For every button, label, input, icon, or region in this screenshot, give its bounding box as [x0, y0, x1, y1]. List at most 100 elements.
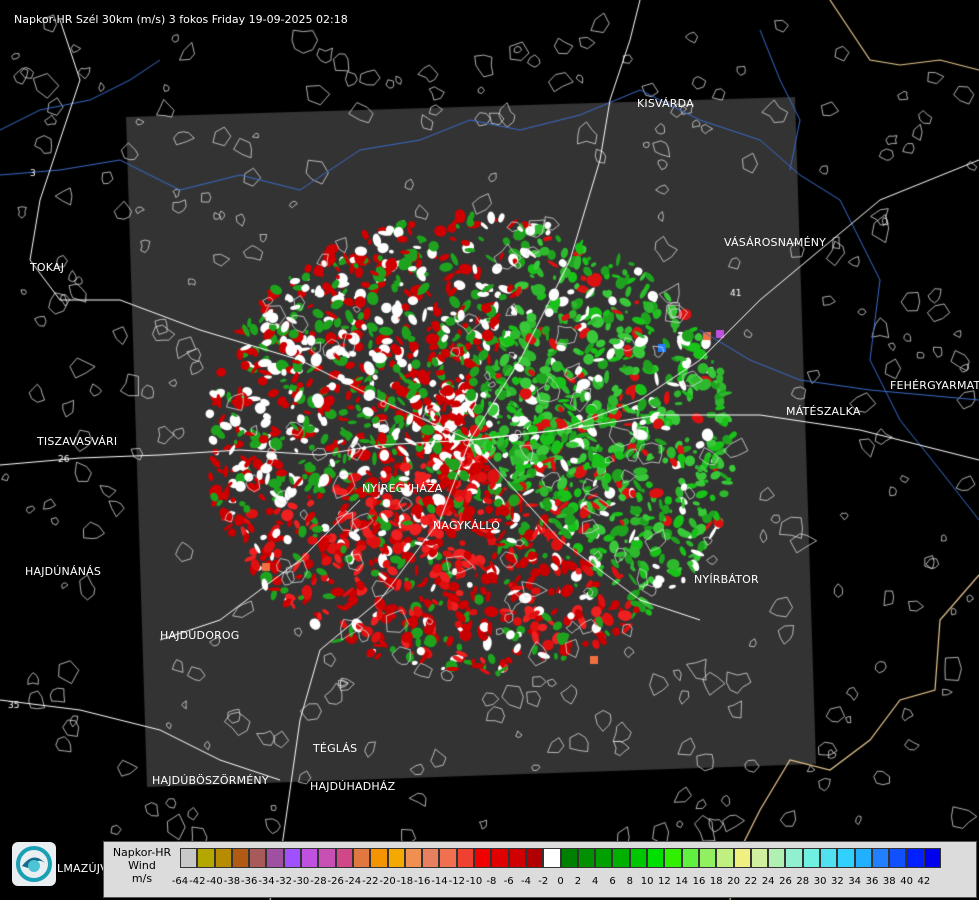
legend-tick-label: 42 [917, 876, 931, 887]
legend-tick-label: -26 [327, 876, 344, 887]
legend-swatch [785, 848, 803, 868]
legend-swatch [404, 848, 423, 868]
legend-tick-label: -38 [223, 876, 241, 887]
legend-tick-label: 16 [692, 876, 706, 887]
legend-swatch [698, 848, 717, 868]
legend-tick-label: 10 [640, 876, 654, 887]
legend-swatch [629, 848, 648, 868]
legend-swatch [854, 848, 872, 868]
legend-tick-label: 28 [796, 876, 810, 887]
radar-map [0, 0, 979, 900]
legend-tick-label: -6 [503, 876, 514, 887]
map-title: Napkor-HR Szél 30km (m/s) 3 fokos Friday… [14, 13, 348, 26]
legend-swatch [837, 848, 855, 868]
legend-tick-label: -20 [379, 876, 396, 887]
city-label: KISVÁRDA [637, 97, 694, 110]
legend-swatch [197, 848, 215, 868]
legend-tick-label: 22 [744, 876, 758, 887]
legend-tick-label: 30 [813, 876, 827, 887]
legend-tick-label: 18 [709, 876, 723, 887]
city-label: NAGYKÁLLÓ [433, 519, 501, 532]
legend-swatch [301, 848, 319, 868]
legend-swatch [491, 848, 509, 868]
legend-swatch [335, 848, 353, 868]
city-label: NYÍREGYHÁZA [362, 482, 443, 495]
legend-tick-label: 24 [761, 876, 775, 887]
city-label: TISZAVASVÁRI [37, 435, 118, 448]
legend-quantity: Wind [128, 859, 156, 872]
legend-swatch [923, 848, 942, 868]
city-label: HAJDÚHADHÁZ [310, 780, 396, 793]
legend-swatch [370, 848, 388, 868]
legend-tick-label: -12 [448, 876, 465, 887]
legend-swatch [750, 848, 769, 868]
legend-tick-label: -42 [189, 876, 206, 887]
legend-swatch [180, 848, 198, 868]
legend-tick-label: -34 [258, 876, 275, 887]
legend-swatch [871, 848, 890, 868]
legend-swatch [543, 848, 561, 868]
legend-tick-label: 34 [848, 876, 862, 887]
legend-swatch [508, 848, 526, 868]
legend-swatch [422, 848, 440, 868]
legend-tick-label: 40 [900, 876, 913, 887]
legend-swatch [577, 848, 596, 868]
legend-swatch [456, 848, 475, 868]
city-label: HAJDÚBÖSZÖRMÉNY [152, 774, 269, 787]
legend-swatch [525, 848, 544, 868]
legend-swatch [733, 848, 751, 868]
legend-tick-label: -32 [275, 876, 292, 887]
legend-swatch [768, 848, 786, 868]
legend-tick-label: -2 [538, 876, 549, 887]
legend-tick-label: 14 [675, 876, 689, 887]
legend-swatch [906, 848, 924, 868]
legend-tick-label: -28 [310, 876, 327, 887]
city-label: HAJDÚNÁNÁS [25, 565, 102, 578]
legend-swatch [352, 848, 371, 868]
legend-swatch [387, 848, 405, 868]
legend-tick-label: -36 [241, 876, 258, 887]
city-label: NYÍRBÁTOR [694, 573, 759, 586]
legend-swatch [802, 848, 820, 868]
city-label: FEHÉRGYARMAT [890, 379, 979, 392]
legend-tick-label: 32 [831, 876, 844, 887]
legend-tick-label: -22 [362, 876, 379, 887]
legend-swatch [716, 848, 734, 868]
legend-swatch [474, 848, 492, 868]
legend-swatch [283, 848, 302, 868]
legend-tick-label: 20 [727, 876, 740, 887]
city-label: MÁTÉSZALKA [786, 405, 861, 418]
legend-tick-label: -64 [171, 876, 189, 887]
legend-swatch [318, 848, 336, 868]
legend-source: Napkor-HR [112, 846, 172, 859]
legend-swatch [664, 848, 682, 868]
legend-tick-label: 26 [779, 876, 792, 887]
logo-icon [12, 842, 56, 886]
legend-tick-label: 36 [865, 876, 879, 887]
legend-tick-label: -16 [414, 876, 431, 887]
legend-swatch [647, 848, 665, 868]
legend-tick-label: 38 [882, 876, 896, 887]
legend-tick-label: -30 [292, 876, 310, 887]
wind-legend: Napkor-HR Wind m/s -64 -42 -40 -38 -36 -34 -32… [103, 841, 977, 898]
legend-tick-label: 0 [557, 876, 564, 887]
legend-header: Napkor-HR Wind m/s [104, 846, 180, 885]
legend-swatch [595, 848, 613, 868]
legend-tick-label: -10 [465, 876, 483, 887]
legend-swatch [612, 848, 630, 868]
legend-tick-label: -24 [344, 876, 362, 887]
legend-swatch [266, 848, 284, 868]
legend-swatch [819, 848, 838, 868]
legend-swatch [214, 848, 232, 868]
legend-swatch [889, 848, 907, 868]
city-label: VÁSÁROSNAMÉNY [724, 236, 827, 249]
legend-swatch [560, 848, 578, 868]
legend-tick-label: -40 [206, 876, 223, 887]
legend-tick-label: -18 [396, 876, 414, 887]
legend-tick-label: 12 [658, 876, 671, 887]
legend-swatch [231, 848, 250, 868]
city-label: TÉGLÁS [313, 742, 358, 755]
legend-tick-label: -8 [486, 876, 497, 887]
legend-tick-label: 8 [626, 876, 633, 887]
legend-swatch [439, 848, 457, 868]
